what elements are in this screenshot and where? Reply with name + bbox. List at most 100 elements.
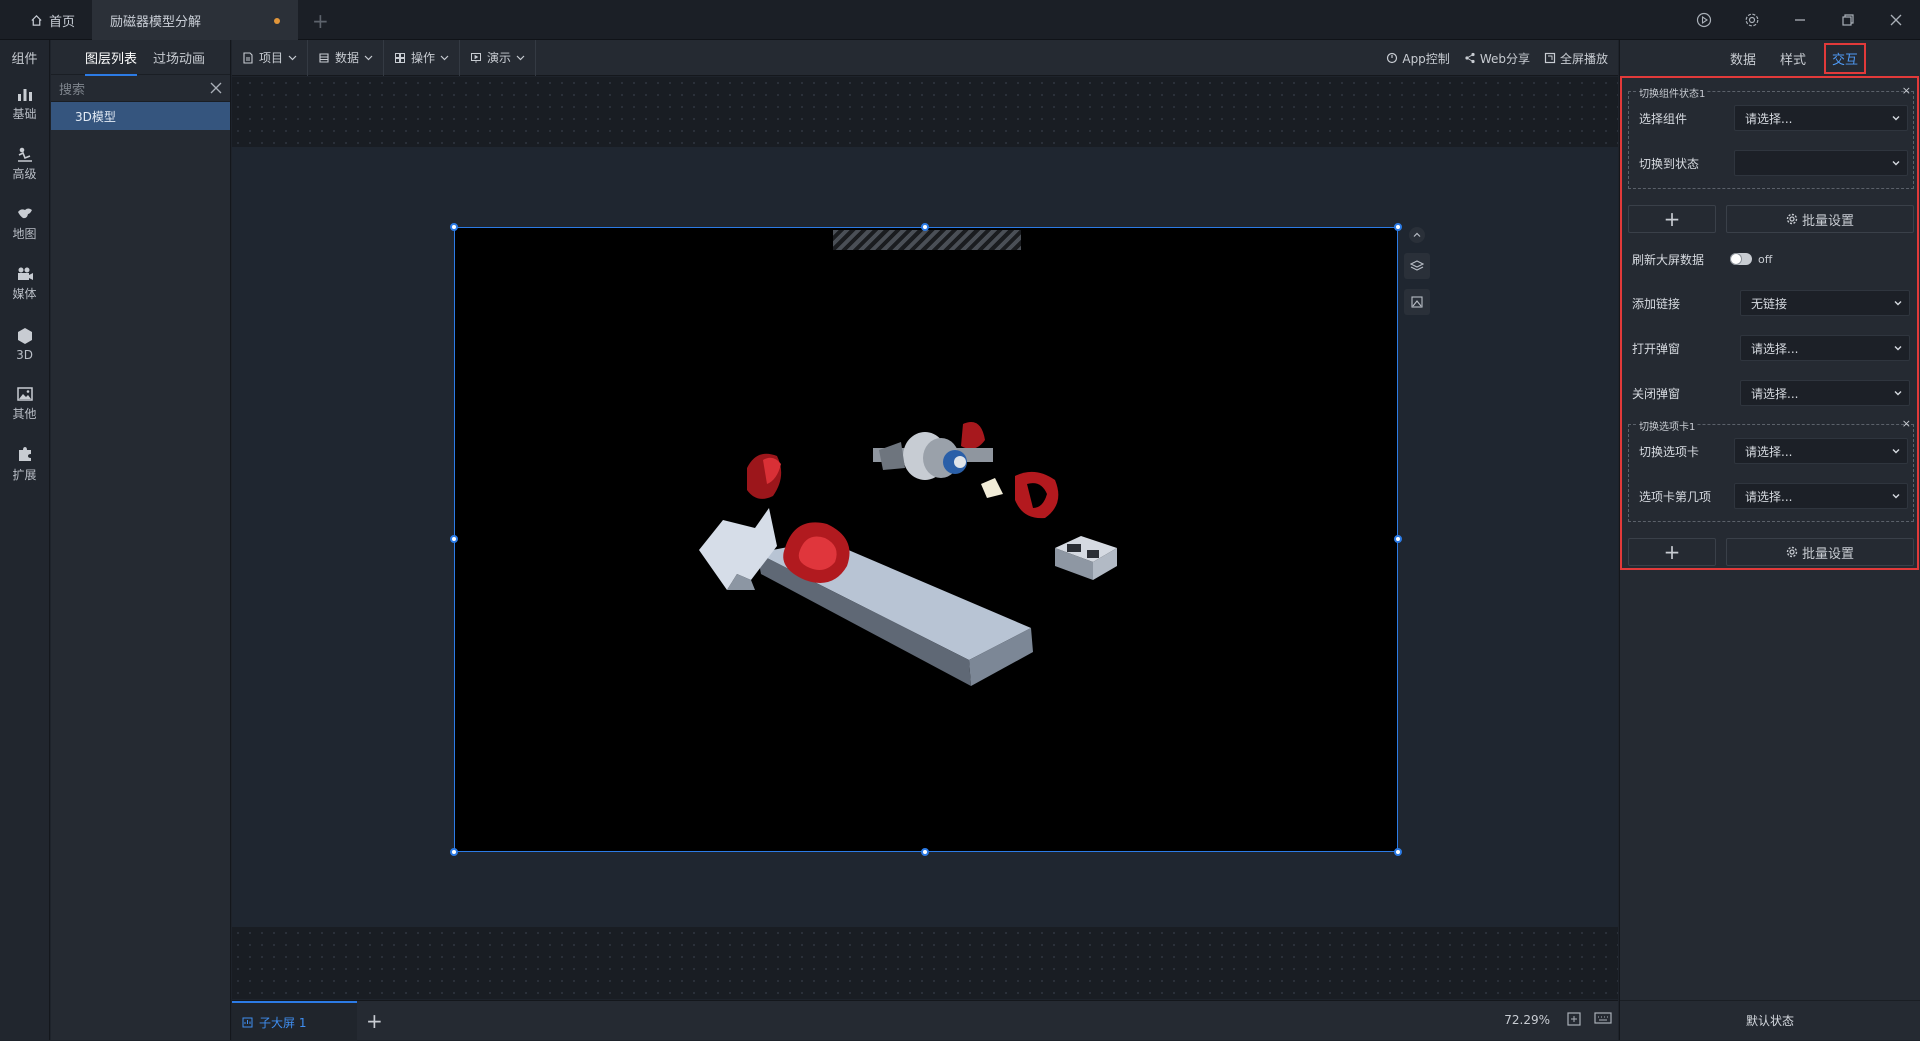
batch-settings-button[interactable]: 批量设置 <box>1726 538 1914 566</box>
add-link-row: 添加链接 无链接 <box>1622 290 1917 316</box>
close-icon[interactable] <box>1872 0 1920 40</box>
demo-menu-label: 演示 <box>487 51 512 65</box>
close-icon[interactable]: × <box>1902 417 1911 430</box>
rail-item-3d[interactable]: 3D <box>0 314 49 374</box>
resize-handle-top[interactable] <box>921 223 929 231</box>
restore-icon[interactable] <box>1824 0 1872 40</box>
data-menu-button[interactable]: 数据 <box>308 39 385 76</box>
refresh-screen-data-toggle[interactable] <box>1730 253 1752 265</box>
chevron-down-icon <box>1891 491 1901 501</box>
tab-transition-animation[interactable]: 过场动画 <box>153 48 205 67</box>
collapse-up-icon[interactable] <box>1409 227 1425 243</box>
drag-handle-bar[interactable] <box>833 230 1021 250</box>
rail-item-basic[interactable]: 基础 <box>0 74 49 134</box>
layer-item-3d-model[interactable]: 3D模型 <box>51 102 230 130</box>
interaction-settings-highlight: 切换组件状态1 × 选择组件 请选择... 切换到状态 + 批量设置 刷新大屏数… <box>1620 76 1919 570</box>
add-state-switch-button[interactable]: + <box>1628 205 1716 233</box>
chevron-down-icon <box>516 53 525 62</box>
resize-handle-top-right[interactable] <box>1394 223 1402 231</box>
add-sub-screen-button[interactable]: + <box>366 1009 383 1033</box>
close-icon[interactable]: × <box>1902 84 1911 97</box>
default-state-button[interactable]: 默认状态 <box>1620 1000 1920 1040</box>
sub-screen-label: 子大屏 1 <box>259 1015 307 1030</box>
unsaved-indicator <box>274 18 280 24</box>
tab-index-label: 选项卡第几项 <box>1639 489 1712 504</box>
add-tab-switch-button[interactable]: + <box>1628 538 1716 566</box>
project-menu-button[interactable]: 项目 <box>232 39 309 76</box>
zoom-level[interactable]: 72.29% <box>1504 1013 1550 1027</box>
property-tabs: 数据 样式 交互 <box>1620 40 1920 76</box>
tab-home[interactable]: 首页 <box>0 0 92 40</box>
open-popup-value: 请选择... <box>1751 341 1799 356</box>
tab-style[interactable]: 样式 <box>1774 43 1812 74</box>
resize-handle-right[interactable] <box>1394 535 1402 543</box>
add-tab-button[interactable]: + <box>312 9 329 33</box>
fit-screen-icon[interactable] <box>1566 1011 1582 1027</box>
stage-side-tools <box>1404 227 1430 315</box>
canvas-area[interactable] <box>232 77 1618 999</box>
tab-data[interactable]: 数据 <box>1724 43 1762 74</box>
keyboard-icon[interactable] <box>1594 1011 1612 1025</box>
settings-gear-icon[interactable] <box>1728 0 1776 40</box>
rail-item-extension[interactable]: 扩展 <box>0 434 49 494</box>
resize-handle-top-left[interactable] <box>450 223 458 231</box>
switch-tab-dropdown[interactable]: 请选择... <box>1734 438 1908 464</box>
rail-item-media[interactable]: 媒体 <box>0 254 49 314</box>
resize-handle-bottom[interactable] <box>921 848 929 856</box>
rail-item-other[interactable]: 其他 <box>0 374 49 434</box>
rail-item-map[interactable]: 地图 <box>0 194 49 254</box>
share-icon <box>1464 52 1476 64</box>
add-link-value: 无链接 <box>1751 296 1788 311</box>
rail-item-label: 3D <box>16 347 33 362</box>
rail-item-label: 其他 <box>12 407 37 421</box>
app-control-button[interactable]: App控制 <box>1386 50 1450 67</box>
operate-menu-button[interactable]: 操作 <box>384 39 461 76</box>
group-title: 切换组件状态1 <box>1637 85 1708 100</box>
app-icon <box>1386 52 1398 64</box>
sub-screen-tab[interactable]: 子大屏 1 <box>232 1001 357 1041</box>
minimize-icon[interactable] <box>1776 0 1824 40</box>
web-share-button[interactable]: Web分享 <box>1464 50 1530 67</box>
fullscreen-play-button[interactable]: 全屏播放 <box>1544 50 1608 67</box>
add-link-dropdown[interactable]: 无链接 <box>1740 290 1910 316</box>
image-replace-icon[interactable] <box>1404 289 1430 315</box>
app-control-label: App控制 <box>1402 51 1450 66</box>
title-bar: 首页 励磁器模型分解 + <box>0 0 1920 40</box>
tab-document[interactable]: 励磁器模型分解 <box>92 0 298 40</box>
layers-icon[interactable] <box>1404 253 1430 279</box>
project-menu-label: 项目 <box>259 51 284 65</box>
data-menu-label: 数据 <box>335 51 360 65</box>
tab-interaction[interactable]: 交互 <box>1824 42 1867 74</box>
demo-menu-button[interactable]: 演示 <box>460 39 537 76</box>
3d-model-viewport[interactable] <box>455 228 1397 851</box>
screen-stage[interactable] <box>450 223 1402 856</box>
chevron-down-icon <box>1891 158 1901 168</box>
toolbar-right-actions: App控制 Web分享 全屏播放 <box>1386 40 1608 76</box>
select-component-dropdown[interactable]: 请选择... <box>1734 105 1908 131</box>
database-icon <box>318 52 330 64</box>
layer-panel: 图层列表 过场动画 搜索 3D模型 <box>51 40 231 1040</box>
screen-icon <box>242 1017 253 1028</box>
open-popup-dropdown[interactable]: 请选择... <box>1740 335 1910 361</box>
resize-handle-left[interactable] <box>450 535 458 543</box>
resize-handle-bottom-right[interactable] <box>1394 848 1402 856</box>
gear-icon <box>1786 546 1798 558</box>
resize-handle-bottom-left[interactable] <box>450 848 458 856</box>
clear-search-icon[interactable] <box>210 82 222 94</box>
chevron-down-icon <box>1893 343 1903 353</box>
grid-icon <box>394 52 406 64</box>
bottom-bar: 子大屏 1 + 72.29% <box>232 1000 1618 1041</box>
switch-state-dropdown[interactable] <box>1734 150 1908 176</box>
rail-item-advanced[interactable]: 高级 <box>0 134 49 194</box>
tab-layer-list[interactable]: 图层列表 <box>85 48 138 76</box>
refresh-toggle-state: off <box>1758 252 1773 266</box>
presentation-icon <box>470 52 482 64</box>
batch-settings-button[interactable]: 批量设置 <box>1726 205 1914 233</box>
play-icon[interactable] <box>1680 0 1728 40</box>
switch-tab-group: 切换选项卡1 × 切换选项卡 请选择... 选项卡第几项 请选择... <box>1628 417 1914 522</box>
close-popup-dropdown[interactable]: 请选择... <box>1740 380 1910 406</box>
main-toolbar: 项目 数据 操作 演示 App控制 Web分享 全屏播放 <box>232 39 1618 76</box>
tab-index-dropdown[interactable]: 请选择... <box>1734 483 1908 509</box>
map-icon <box>16 206 34 222</box>
layer-search-input[interactable]: 搜索 <box>51 74 230 102</box>
